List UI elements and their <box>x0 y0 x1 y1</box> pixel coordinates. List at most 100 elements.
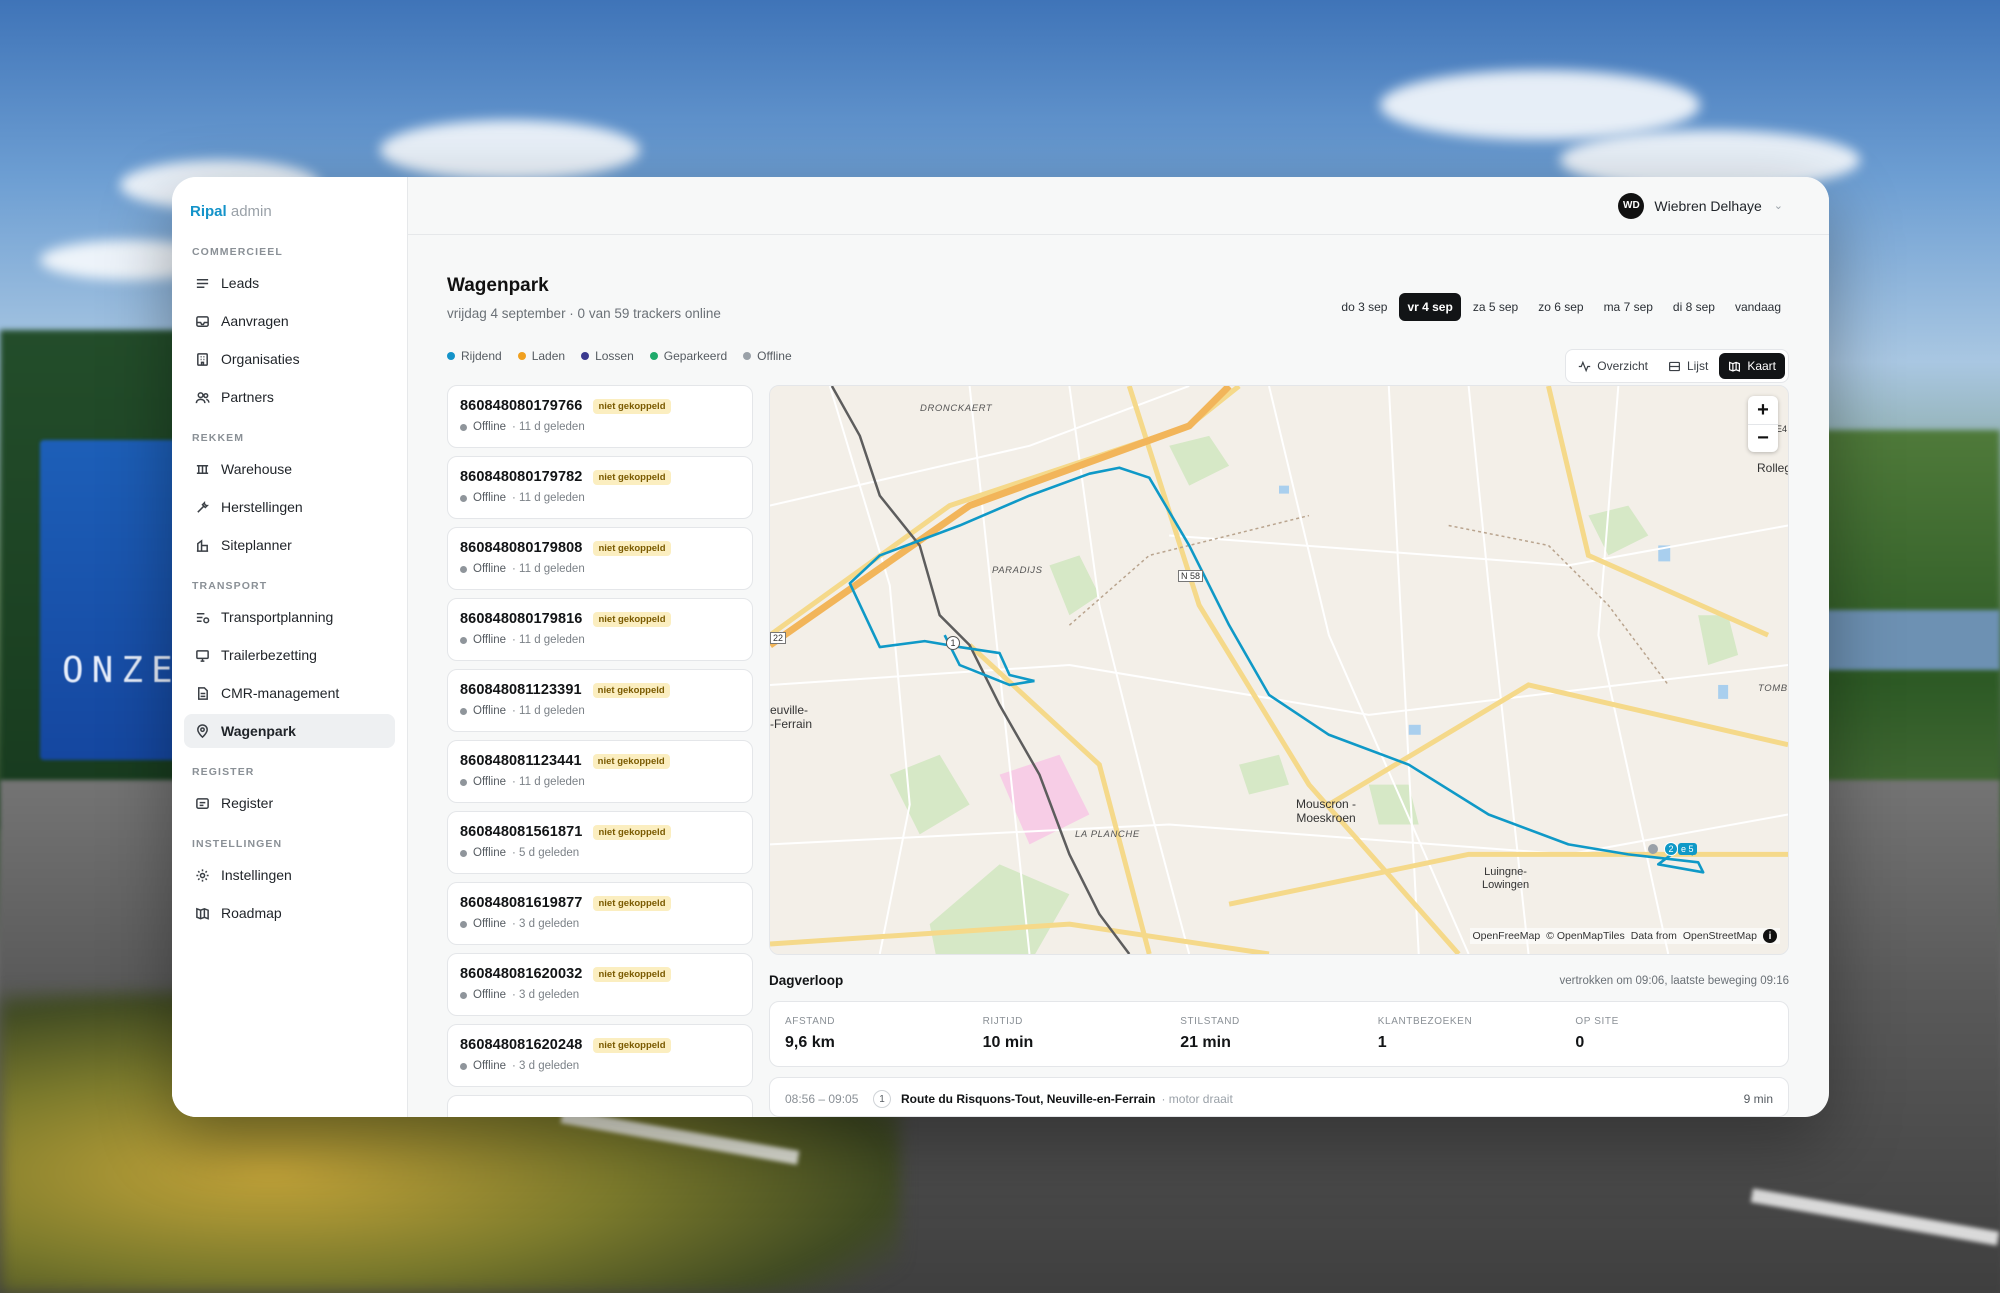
sidebar-item-aanvragen[interactable]: Aanvragen <box>184 304 395 338</box>
attribution-text: Data from <box>1630 930 1677 942</box>
stat-rijtijd: RIJTIJD 10 min <box>983 1016 1181 1066</box>
tracker-status: Offline · 5 d geleden <box>460 847 740 859</box>
status-badge: niet gekoppeld <box>593 895 671 911</box>
tracker-card[interactable]: 860848081123391 niet gekoppeld Offline · 11… <box>447 669 753 732</box>
attribution-link[interactable]: OpenFreeMap <box>1473 930 1541 942</box>
route-stop-marker[interactable]: e 5 <box>1678 843 1697 856</box>
tracker-card-header: 860848081123441 niet gekoppeld <box>460 753 740 769</box>
sidebar-item-cmr-management[interactable]: CMR-management <box>184 676 395 710</box>
day-tab[interactable]: za 5 sep <box>1465 293 1526 321</box>
stat-label: OP SITE <box>1575 1016 1619 1027</box>
sidebar-item-instellingen[interactable]: Instellingen <box>184 858 395 892</box>
tracker-status: Offline · 11 d geleden <box>460 492 740 504</box>
tracker-card[interactable]: 860848080179816 niet gekoppeld Offline · 11… <box>447 598 753 661</box>
sidebar-item-label: Trailerbezetting <box>221 647 317 663</box>
tracker-status-label: Offline <box>473 847 507 859</box>
cloud <box>380 120 640 180</box>
day-tab[interactable]: di 8 sep <box>1665 293 1723 321</box>
sidebar-item-label: Organisaties <box>221 351 300 367</box>
tracker-last-seen: · 3 d geleden <box>512 989 580 1001</box>
sidebar-item-roadmap[interactable]: Roadmap <box>184 896 395 930</box>
sidebar-item-label: Siteplanner <box>221 537 292 553</box>
map-icon <box>1729 361 1741 372</box>
tracker-status-label: Offline <box>473 563 507 575</box>
status-dot <box>460 849 467 857</box>
tracker-last-seen: · 11 d geleden <box>512 634 585 646</box>
sidebar-item-label: Wagenpark <box>221 723 296 739</box>
sidebar-item-label: CMR-management <box>221 685 340 701</box>
timeline-time: 08:56 – 09:05 <box>785 1092 859 1106</box>
legend-dot <box>517 352 526 360</box>
status-badge: niet gekoppeld <box>593 398 671 414</box>
day-tab-active[interactable]: vr 4 sep <box>1399 293 1461 321</box>
tracker-status-label: Offline <box>473 634 507 646</box>
sidebar-item-transportplanning[interactable]: Transportplanning <box>184 600 395 634</box>
view-tab-overzicht[interactable]: Overzicht <box>1569 353 1657 379</box>
tracker-status: Offline · 11 d geleden <box>460 705 740 717</box>
tracker-card[interactable]: 860848081619877 niet gekoppeld Offline · 3 … <box>447 882 753 945</box>
tracker-last-seen: · 11 d geleden <box>512 421 585 433</box>
tracker-card[interactable] <box>447 1095 753 1117</box>
stat-stilstand: STILSTAND 21 min <box>1180 1016 1378 1066</box>
attribution-text[interactable]: © OpenMapTiles <box>1546 930 1625 942</box>
status-dot <box>460 1062 467 1070</box>
chevron-down-icon: ⌄ <box>1773 200 1783 212</box>
tracker-card-header: 860848081620032 niet gekoppeld <box>460 966 740 982</box>
warehouse-icon <box>194 461 210 477</box>
legend-item: Lossen <box>581 349 634 363</box>
tracker-status: Offline · 11 d geleden <box>460 563 740 575</box>
tracker-card[interactable]: 860848081620248 niet gekoppeld Offline · 3 … <box>447 1024 753 1087</box>
sidebar-item-trailerbezetting[interactable]: Trailerbezetting <box>184 638 395 672</box>
sidebar-item-warehouse[interactable]: Warehouse <box>184 452 395 486</box>
day-tab[interactable]: do 3 sep <box>1333 293 1395 321</box>
user-menu[interactable]: WD Wiebren Delhaye ⌄ <box>1618 192 1783 219</box>
content: Wagenpark vrijdag 4 september · 0 van 59… <box>408 235 1829 1117</box>
day-tab[interactable]: ma 7 sep <box>1596 293 1661 321</box>
sidebar-item-partners[interactable]: Partners <box>184 380 395 414</box>
stat-value: 0 <box>1575 1034 1585 1051</box>
zoom-in-button[interactable]: + <box>1748 396 1778 424</box>
sidebar-item-register[interactable]: Register <box>184 786 395 820</box>
tracker-status-label: Offline <box>473 421 507 433</box>
info-icon[interactable]: i <box>1763 929 1777 943</box>
wagenpark-grid: 860848080179766 niet gekoppeld Offline · 11… <box>447 385 1789 1117</box>
legend-item: Geparkeerd <box>649 349 727 363</box>
tracker-card[interactable]: 860848081123441 niet gekoppeld Offline · 11… <box>447 740 753 803</box>
tracker-card[interactable]: 860848080179782 niet gekoppeld Offline · 11… <box>447 456 753 519</box>
tracker-card[interactable]: 860848081620032 niet gekoppeld Offline · 3 … <box>447 953 753 1016</box>
brand-logo[interactable]: Ripal admin <box>184 203 395 220</box>
sidebar-item-herstellingen[interactable]: Herstellingen <box>184 490 395 524</box>
gear-icon <box>194 867 210 883</box>
tracker-last-seen: · 11 d geleden <box>512 776 585 788</box>
vehicle-marker[interactable] <box>1648 844 1658 854</box>
view-tab-lijst[interactable]: Lijst <box>1659 353 1717 379</box>
section-label-instellingen: INSTELLINGEN <box>192 838 283 850</box>
tracker-card-header: 860848080179816 niet gekoppeld <box>460 611 740 627</box>
timeline-stop-number: 1 <box>873 1090 891 1108</box>
day-tab[interactable]: zo 6 sep <box>1530 293 1591 321</box>
timeline-row[interactable]: 08:56 – 09:05 1 Route du Risquons-Tout, … <box>769 1077 1789 1117</box>
brand-suffix: admin <box>230 203 272 220</box>
tracker-status: Offline · 3 d geleden <box>460 989 740 1001</box>
tracker-id: 860848080179782 <box>460 469 583 485</box>
zoom-out-button[interactable]: − <box>1748 424 1778 452</box>
sidebar-item-siteplanner[interactable]: Siteplanner <box>184 528 395 562</box>
tracker-card[interactable]: 860848080179766 niet gekoppeld Offline · 11… <box>447 385 753 448</box>
user-name: Wiebren Delhaye <box>1654 197 1762 214</box>
route-stop-marker[interactable]: 2 <box>1664 842 1678 856</box>
sidebar-item-wagenpark[interactable]: Wagenpark <box>184 714 395 748</box>
attribution-link[interactable]: OpenStreetMap <box>1683 930 1757 942</box>
tracker-card[interactable]: 860848080179808 niet gekoppeld Offline · 11… <box>447 527 753 590</box>
view-tab-kaart[interactable]: Kaart <box>1719 353 1785 379</box>
tracker-card[interactable]: 860848081561871 niet gekoppeld Offline · 5 … <box>447 811 753 874</box>
sidebar-item-organisaties[interactable]: Organisaties <box>184 342 395 376</box>
dagverloop-header: Dagverloop vertrokken om 09:06, laatste … <box>769 973 1789 988</box>
route-stop-marker[interactable]: 1 <box>946 636 960 650</box>
status-badge: niet gekoppeld <box>593 966 671 982</box>
map[interactable]: DRONCKAERT PARADIJS LA PLANCHE TOMB Roll… <box>769 385 1789 955</box>
sidebar-item-leads[interactable]: Leads <box>184 266 395 300</box>
view-label: Kaart <box>1747 359 1776 373</box>
day-tab-today[interactable]: vandaag <box>1727 293 1789 321</box>
tracker-id: 860848081620032 <box>460 966 583 982</box>
stat-label: STILSTAND <box>1180 1016 1240 1027</box>
